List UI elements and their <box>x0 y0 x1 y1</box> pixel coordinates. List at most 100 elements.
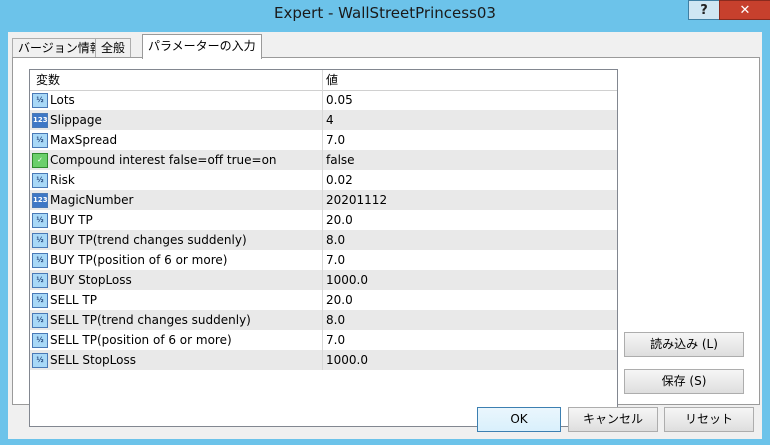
table-row[interactable]: ½ BUY TP(trend changes suddenly) 8.0 <box>30 230 617 250</box>
parameter-name-cell[interactable]: ✓ Compound interest false=off true=on <box>30 150 323 170</box>
ok-button[interactable]: OK <box>477 407 561 432</box>
tab-parameters[interactable]: パラメーターの入力 <box>142 34 262 59</box>
table-row[interactable]: ½ BUY TP 20.0 <box>30 210 617 230</box>
half-icon: ½ <box>32 133 48 148</box>
tab-panel: 変数 値 ½ Lots 0.05 123 Slippage 4 ½ MaxSpread 7.0 ✓… <box>12 57 760 427</box>
parameter-name: BUY TP <box>50 213 93 227</box>
parameter-name-cell[interactable]: ½ BUY TP <box>30 210 323 230</box>
load-button[interactable]: 読み込み (L) <box>624 332 744 357</box>
parameter-name: Lots <box>50 93 75 107</box>
parameter-value-cell[interactable]: 20201112 <box>326 190 616 210</box>
parameter-value-cell[interactable]: 1000.0 <box>326 270 616 290</box>
column-header-variable[interactable]: 変数 <box>30 70 323 90</box>
parameter-value: 1000.0 <box>326 353 368 367</box>
half-icon: ½ <box>32 333 48 348</box>
half-icon: ½ <box>32 293 48 308</box>
parameter-name: SELL TP <box>50 293 97 307</box>
parameter-value-cell[interactable]: 8.0 <box>326 230 616 250</box>
cancel-button[interactable]: キャンセル <box>568 407 658 432</box>
half-icon: ½ <box>32 173 48 188</box>
help-button[interactable]: ? <box>688 0 720 20</box>
parameter-name: MaxSpread <box>50 133 118 147</box>
reset-button[interactable]: リセット <box>664 407 754 432</box>
parameter-name-cell[interactable]: ½ Risk <box>30 170 323 190</box>
table-row[interactable]: ½ SELL StopLoss 1000.0 <box>30 350 617 370</box>
parameter-name-cell[interactable]: ½ MaxSpread <box>30 130 323 150</box>
parameter-value: 8.0 <box>326 313 346 327</box>
parameter-value-cell[interactable]: 8.0 <box>326 310 616 330</box>
close-button[interactable]: ✕ <box>719 0 770 20</box>
parameter-value-cell[interactable]: 20.0 <box>326 210 616 230</box>
number-icon: 123 <box>32 113 48 128</box>
parameter-name-cell[interactable]: ½ SELL TP(position of 6 or more) <box>30 330 323 350</box>
parameter-name: SELL StopLoss <box>50 353 136 367</box>
boolean-icon: ✓ <box>32 153 48 168</box>
column-header-value[interactable]: 値 <box>326 70 616 90</box>
table-row[interactable]: ½ SELL TP(trend changes suddenly) 8.0 <box>30 310 617 330</box>
parameter-value: 4 <box>326 113 334 127</box>
half-icon: ½ <box>32 273 48 288</box>
window-title: Expert - WallStreetPrincess03 <box>274 4 496 22</box>
table-row[interactable]: ½ SELL TP 20.0 <box>30 290 617 310</box>
table-row[interactable]: ½ BUY TP(position of 6 or more) 7.0 <box>30 250 617 270</box>
table-row[interactable]: ½ MaxSpread 7.0 <box>30 130 617 150</box>
parameter-name: Compound interest false=off true=on <box>50 153 277 167</box>
table-row[interactable]: ✓ Compound interest false=off true=on fals… <box>30 150 617 170</box>
parameter-value-cell[interactable]: 0.02 <box>326 170 616 190</box>
tab-version-info[interactable]: バージョン情報 <box>12 38 108 58</box>
parameter-value-cell[interactable]: 7.0 <box>326 250 616 270</box>
parameter-value: false <box>326 153 355 167</box>
parameter-name-cell[interactable]: ½ BUY TP(position of 6 or more) <box>30 250 323 270</box>
parameter-value: 7.0 <box>326 333 346 347</box>
parameter-name-cell[interactable]: ½ SELL TP <box>30 290 323 310</box>
parameter-name-cell[interactable]: ½ SELL TP(trend changes suddenly) <box>30 310 323 330</box>
save-button[interactable]: 保存 (S) <box>624 369 744 394</box>
parameter-value-cell[interactable]: 20.0 <box>326 290 616 310</box>
parameter-name-cell[interactable]: ½ BUY TP(trend changes suddenly) <box>30 230 323 250</box>
parameter-value: 7.0 <box>326 133 346 147</box>
parameter-name-cell[interactable]: 123 Slippage <box>30 110 323 130</box>
table-row[interactable]: ½ SELL TP(position of 6 or more) 7.0 <box>30 330 617 350</box>
parameter-value-cell[interactable]: 7.0 <box>326 330 616 350</box>
parameter-value-cell[interactable]: false <box>326 150 616 170</box>
grid-header: 変数 値 <box>30 70 617 91</box>
dialog-window: Expert - WallStreetPrincess03 ? ✕ バージョン情… <box>0 0 770 445</box>
parameter-name-cell[interactable]: ½ SELL StopLoss <box>30 350 323 370</box>
parameter-value-cell[interactable]: 1000.0 <box>326 350 616 370</box>
parameter-value: 7.0 <box>326 253 346 267</box>
parameter-name: Risk <box>50 173 75 187</box>
parameter-value-cell[interactable]: 0.05 <box>326 90 616 110</box>
parameter-name: SELL TP(position of 6 or more) <box>50 333 232 347</box>
parameter-name: BUY StopLoss <box>50 273 132 287</box>
tab-general[interactable]: 全般 <box>95 38 132 58</box>
half-icon: ½ <box>32 93 48 108</box>
parameter-value-cell[interactable]: 7.0 <box>326 130 616 150</box>
parameter-name-cell[interactable]: ½ Lots <box>30 90 323 110</box>
parameter-value: 20.0 <box>326 213 353 227</box>
table-row[interactable]: 123 Slippage 4 <box>30 110 617 130</box>
parameter-grid: 変数 値 ½ Lots 0.05 123 Slippage 4 ½ MaxSpread 7.0 ✓… <box>29 69 618 427</box>
title-bar[interactable]: Expert - WallStreetPrincess03 ? ✕ <box>0 0 770 26</box>
parameter-name: MagicNumber <box>50 193 134 207</box>
dialog-body: バージョン情報 全般 パラメーターの入力 変数 値 ½ Lots 0.05 123 Sl… <box>8 32 762 439</box>
parameter-name: Slippage <box>50 113 102 127</box>
parameter-name-cell[interactable]: 123 MagicNumber <box>30 190 323 210</box>
parameter-name-cell[interactable]: ½ BUY StopLoss <box>30 270 323 290</box>
table-row[interactable]: 123 MagicNumber 20201112 <box>30 190 617 210</box>
table-row[interactable]: ½ BUY StopLoss 1000.0 <box>30 270 617 290</box>
half-icon: ½ <box>32 313 48 328</box>
parameter-name: BUY TP(position of 6 or more) <box>50 253 228 267</box>
half-icon: ½ <box>32 233 48 248</box>
half-icon: ½ <box>32 213 48 228</box>
parameter-value: 1000.0 <box>326 273 368 287</box>
parameter-value: 8.0 <box>326 233 346 247</box>
parameter-value: 0.05 <box>326 93 353 107</box>
half-icon: ½ <box>32 253 48 268</box>
table-row[interactable]: ½ Lots 0.05 <box>30 90 617 110</box>
parameter-value: 20201112 <box>326 193 388 207</box>
half-icon: ½ <box>32 353 48 368</box>
parameter-value-cell[interactable]: 4 <box>326 110 616 130</box>
table-row[interactable]: ½ Risk 0.02 <box>30 170 617 190</box>
number-icon: 123 <box>32 193 48 208</box>
parameter-value: 20.0 <box>326 293 353 307</box>
